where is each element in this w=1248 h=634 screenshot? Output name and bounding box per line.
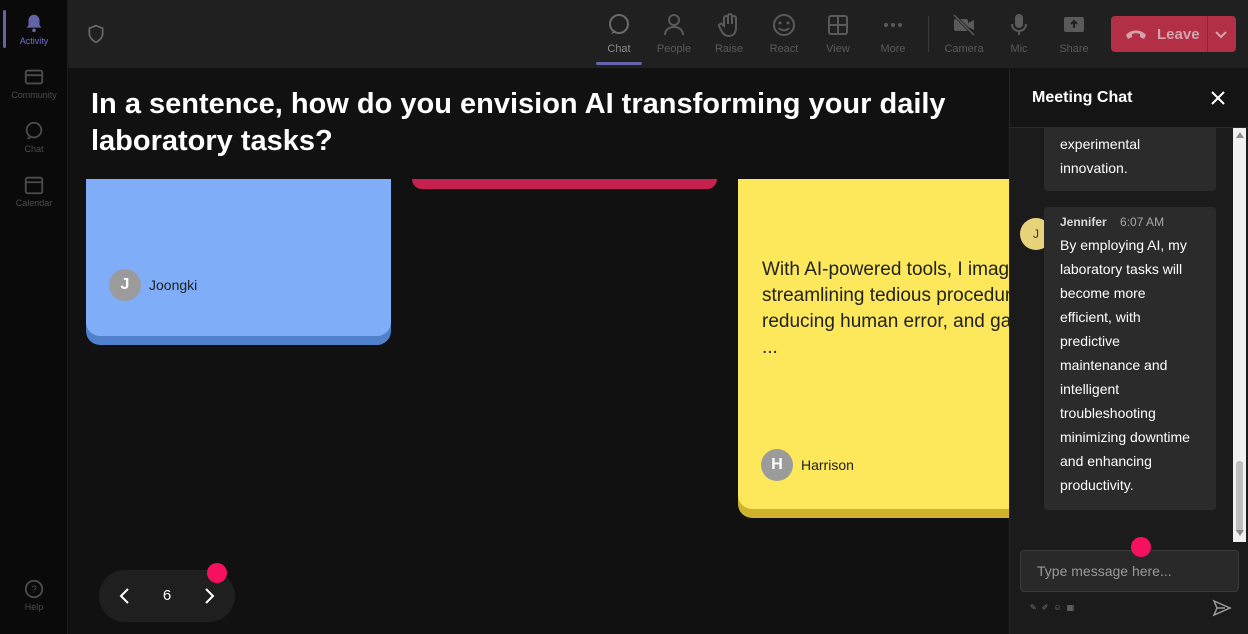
scroll-thumb[interactable] <box>1236 461 1243 533</box>
scroll-up-icon[interactable] <box>1236 132 1244 138</box>
app-rail: Activity Community Chat Calendar ? Help <box>0 0 68 634</box>
whiteboard-stage: In a sentence, how do you envision AI tr… <box>68 68 1009 634</box>
toolbar-label: Chat <box>607 43 631 55</box>
format-icon[interactable]: ✎ <box>1030 603 1037 612</box>
send-icon[interactable] <box>1212 598 1232 618</box>
author-name: Harrison <box>801 457 854 473</box>
people-icon <box>664 14 684 36</box>
leave-divider <box>1207 16 1208 52</box>
toolbar-label: Raise <box>714 43 744 55</box>
toolbar-label: Camera <box>944 43 984 55</box>
calendar-icon <box>24 176 44 195</box>
emoji-icon[interactable]: ☺ <box>1053 603 1061 612</box>
toolbar-label: Mic <box>1010 43 1028 55</box>
rail-item-community[interactable]: Community <box>0 66 68 100</box>
shield-icon[interactable] <box>86 24 106 44</box>
chat-message: experimental innovation. <box>1044 128 1216 191</box>
more-icon <box>884 23 902 27</box>
toolbar-chat-button[interactable]: Chat <box>594 10 644 60</box>
community-icon <box>24 69 44 85</box>
chevron-left-icon[interactable] <box>115 586 135 606</box>
toolbar-raise-button[interactable]: Raise <box>704 10 754 60</box>
question-title: In a sentence, how do you envision AI tr… <box>91 88 946 157</box>
card-text: With AI-powered tools, I imagine streaml… <box>762 259 1009 358</box>
chat-header: Meeting Chat <box>1010 68 1248 128</box>
click-indicator-dot <box>207 563 227 583</box>
raise-hand-icon <box>718 13 737 38</box>
toolbar-separator <box>928 16 929 52</box>
gif-icon[interactable]: ▦ <box>1067 603 1075 612</box>
scroll-down-icon[interactable] <box>1236 530 1244 536</box>
hang-up-icon <box>1126 30 1146 39</box>
toolbar-label: View <box>826 43 850 55</box>
chat-message-input[interactable] <box>1020 550 1239 592</box>
svg-text:?: ? <box>31 585 37 596</box>
page-number: 6 <box>162 587 172 604</box>
sticky-note-card[interactable] <box>412 179 717 189</box>
view-grid-icon <box>828 15 848 35</box>
rail-item-activity[interactable]: Activity <box>0 12 68 46</box>
message-text: experimental innovation. <box>1060 136 1141 176</box>
avatar: J <box>109 269 141 301</box>
meeting-toolbar: Chat People Raise React View More Camera… <box>68 0 1248 68</box>
bell-icon <box>26 14 42 33</box>
rail-item-label: Activity <box>19 36 49 46</box>
rail-item-label: Calendar <box>15 198 53 208</box>
chat-title: Meeting Chat <box>1032 89 1133 106</box>
chevron-down-icon[interactable] <box>1213 26 1229 42</box>
avatar: H <box>761 449 793 481</box>
rail-item-label: Community <box>11 90 57 100</box>
toolbar-view-button[interactable]: View <box>813 10 863 60</box>
share-icon <box>1064 17 1084 32</box>
click-indicator-dot <box>1131 537 1151 557</box>
chat-message: Jennifer 6:07 AM By employing AI, my lab… <box>1044 207 1216 510</box>
toolbar-people-button[interactable]: People <box>649 10 699 60</box>
rail-item-help[interactable]: ? Help <box>0 578 68 612</box>
rail-item-label: Chat <box>24 144 44 154</box>
toolbar-share-button[interactable]: Share <box>1049 10 1099 60</box>
close-icon[interactable] <box>1209 89 1227 107</box>
toolbar-mic-button[interactable]: Mic <box>994 10 1044 60</box>
react-icon <box>773 14 795 36</box>
leave-button[interactable]: Leave <box>1111 16 1236 52</box>
rail-item-label: Help <box>24 602 44 612</box>
message-meta: Jennifer 6:07 AM <box>1060 213 1200 231</box>
toolbar-more-button[interactable]: More <box>868 10 918 60</box>
toolbar-react-button[interactable]: React <box>759 10 809 60</box>
help-icon: ? <box>24 579 44 599</box>
toolbar-label: Share <box>1059 43 1089 55</box>
toolbar-label: More <box>880 43 906 55</box>
card-author: H Harrison <box>761 449 854 481</box>
chat-icon <box>25 121 43 140</box>
chat-icon <box>609 14 629 34</box>
camera-off-icon <box>952 13 976 37</box>
message-author: Jennifer <box>1060 215 1107 229</box>
card-author: J Joongki <box>109 269 197 301</box>
toolbar-label: People <box>656 43 692 55</box>
toolbar-label: React <box>769 43 799 55</box>
rail-item-calendar[interactable]: Calendar <box>0 174 68 208</box>
author-name: Joongki <box>149 277 198 293</box>
leave-label: Leave <box>1157 25 1200 43</box>
chat-scrollbar[interactable] <box>1233 128 1246 542</box>
toolbar-camera-button[interactable]: Camera <box>939 10 989 60</box>
active-tab-indicator <box>596 62 642 65</box>
rail-item-chat[interactable]: Chat <box>0 120 68 154</box>
message-text: By employing AI, my laboratory tasks wil… <box>1060 237 1190 493</box>
meeting-chat-panel: Meeting Chat experimental innovation. J … <box>1009 68 1248 634</box>
message-time: 6:07 AM <box>1120 215 1165 229</box>
chevron-right-icon[interactable] <box>199 586 219 606</box>
attach-icon[interactable]: ✐ <box>1042 603 1049 612</box>
sticky-note-card[interactable]: J Joongki <box>86 179 391 336</box>
sticky-note-card[interactable]: With AI-powered tools, I imagine streaml… <box>738 179 1009 509</box>
format-toolbar: ✎ ✐ ☺ ▦ <box>1030 603 1074 612</box>
mic-icon <box>1011 14 1027 35</box>
